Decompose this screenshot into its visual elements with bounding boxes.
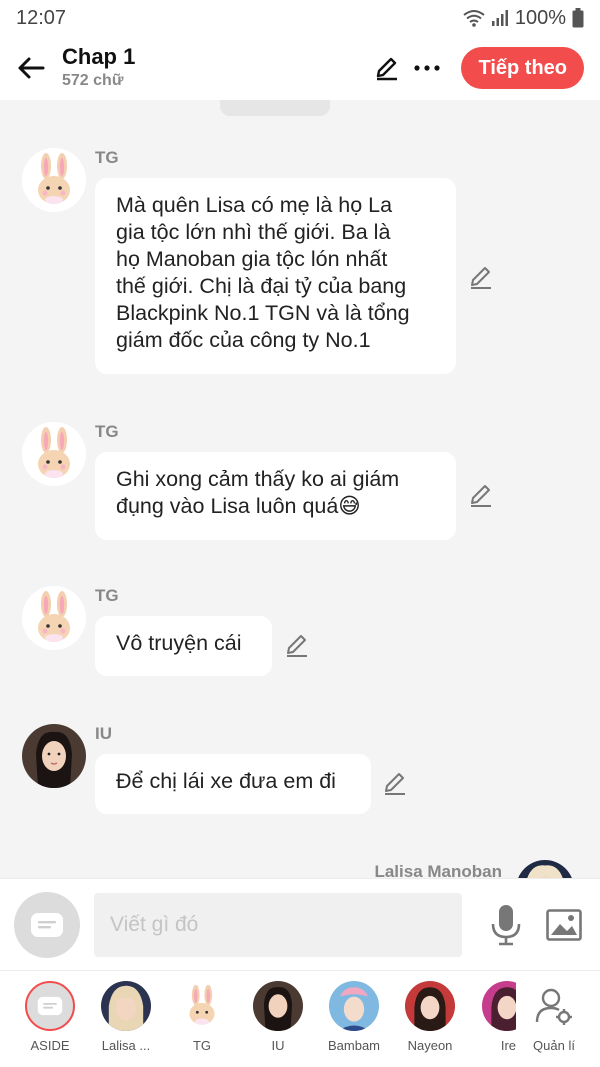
aside-avatar — [25, 981, 75, 1031]
avatar — [101, 981, 151, 1031]
aside-toggle-button[interactable] — [14, 891, 80, 958]
person-avatar-icon — [22, 724, 86, 788]
microphone-icon — [491, 904, 521, 945]
message-bubble[interactable]: Mà quên Lisa có mẹ là họ La gia tộc lớn … — [95, 178, 456, 374]
person-avatar-icon — [101, 981, 151, 1031]
message-input[interactable] — [94, 892, 462, 957]
pull-handle[interactable] — [220, 100, 330, 116]
message-line: Mà quên Lisa có mẹ là họ La — [116, 193, 393, 217]
title-block: Chap 1 572 chữ — [62, 44, 367, 92]
header: Chap 1 572 chữ Tiếp theo — [0, 36, 600, 100]
character-tg[interactable]: TG — [164, 981, 240, 1053]
input-bar — [0, 878, 600, 970]
battery-level: 100% — [514, 6, 566, 29]
sender-name: TG — [95, 422, 119, 441]
message-line: giám đốc của công ty No.1 — [116, 328, 371, 352]
message-line: đụng vào Lisa luôn quá😅 — [116, 494, 361, 518]
pencil-icon — [377, 57, 398, 81]
avatar[interactable] — [516, 860, 574, 878]
message-bubble[interactable]: Vô truyện cái — [95, 616, 272, 676]
avatar — [405, 981, 455, 1031]
message-line: Ghi xong cảm thấy ko ai giám — [116, 467, 400, 491]
user-settings-icon — [535, 988, 572, 1025]
person-avatar-icon — [253, 981, 303, 1031]
sender-name: Lalisa Manoban — [374, 862, 502, 878]
bunny-avatar-icon — [22, 148, 86, 212]
back-button[interactable] — [0, 36, 62, 100]
arrow-left-icon — [18, 57, 45, 79]
pencil-icon — [287, 635, 307, 657]
character-label: Ire — [500, 1038, 516, 1053]
character-label: Quản lí — [533, 1038, 575, 1053]
character-label: TG — [192, 1038, 212, 1053]
image-button[interactable] — [544, 905, 584, 945]
message-bubble[interactable]: Ghi xong cảm thấy ko ai giám đụng vào Li… — [95, 452, 456, 540]
next-chapter-button[interactable]: Tiếp theo — [461, 47, 584, 89]
pencil-icon — [471, 267, 491, 289]
character-label: Nayeon — [407, 1038, 453, 1053]
edit-title-button[interactable] — [367, 48, 407, 88]
sender-name: TG — [95, 148, 119, 167]
person-avatar-icon — [329, 981, 379, 1031]
character-label: Lalisa ... — [101, 1038, 151, 1053]
chat-area[interactable]: TG Mà quên Lisa có mẹ là họ La gia tộc l… — [0, 100, 600, 878]
manage-icon-wrap — [529, 981, 579, 1031]
character-label: IU — [271, 1038, 285, 1053]
status-bar: 12:07 100% — [0, 0, 600, 36]
avatar — [329, 981, 379, 1031]
bunny-avatar-icon — [22, 422, 86, 486]
message-line: họ Manoban gia tộc lón nhất — [116, 247, 388, 271]
person-avatar-icon — [482, 981, 516, 1031]
edit-message-button[interactable] — [284, 632, 310, 658]
message-line: Vô truyện cái — [116, 631, 242, 655]
more-options-button[interactable] — [407, 48, 447, 88]
edit-message-button[interactable] — [382, 770, 408, 796]
voice-button[interactable] — [488, 903, 524, 947]
person-avatar-icon — [405, 981, 455, 1031]
battery-icon — [572, 8, 584, 28]
avatar[interactable] — [22, 422, 86, 486]
manage-characters-button[interactable]: Quản lí — [516, 981, 592, 1053]
avatar[interactable] — [22, 148, 86, 212]
avatar — [253, 981, 303, 1031]
character-bar: ASIDE Lalisa ... TG IU Bambam Nayeon Ire… — [0, 970, 600, 1067]
person-avatar-icon — [516, 860, 574, 878]
sender-name: IU — [95, 724, 112, 743]
message-line: thế giới. Chị là đại tỷ của bang — [116, 274, 407, 298]
message-bubble[interactable]: Để chị lái xe đưa em đi — [95, 754, 371, 814]
image-icon — [546, 908, 582, 941]
avatar — [482, 981, 516, 1031]
character-iu[interactable]: IU — [240, 981, 316, 1053]
more-icon — [414, 65, 441, 71]
character-label: Bambam — [327, 1038, 381, 1053]
pencil-icon — [385, 773, 405, 795]
character-label: ASIDE — [30, 1038, 70, 1053]
message-line: gia tộc lớn nhì thế giới. Ba là — [116, 220, 391, 244]
character-aside[interactable]: ASIDE — [12, 981, 88, 1053]
word-count: 572 chữ — [62, 72, 124, 89]
character-ire[interactable]: Ire — [460, 981, 516, 1053]
signal-icon — [491, 10, 508, 26]
edit-message-button[interactable] — [468, 482, 494, 508]
pencil-icon — [471, 485, 491, 507]
character-bambam[interactable]: Bambam — [316, 981, 392, 1053]
sender-name: TG — [95, 586, 119, 605]
character-nayeon[interactable]: Nayeon — [392, 981, 468, 1053]
chat-bubble-icon — [37, 996, 63, 1016]
edit-message-button[interactable] — [468, 264, 494, 290]
character-lalisa[interactable]: Lalisa ... — [88, 981, 164, 1053]
chat-bubble-icon — [31, 912, 63, 937]
message-line: Để chị lái xe đưa em đi — [116, 769, 336, 793]
status-icons: 100% — [463, 7, 584, 30]
bunny-avatar-icon — [177, 981, 227, 1031]
status-time: 12:07 — [16, 6, 67, 29]
bunny-avatar-icon — [22, 586, 86, 650]
page-title: Chap 1 — [62, 44, 136, 69]
avatar[interactable] — [22, 724, 86, 788]
avatar — [177, 981, 227, 1031]
wifi-icon — [463, 10, 485, 27]
avatar[interactable] — [22, 586, 86, 650]
message-line: Blackpink No.1 TGN và là tổng — [116, 301, 410, 325]
